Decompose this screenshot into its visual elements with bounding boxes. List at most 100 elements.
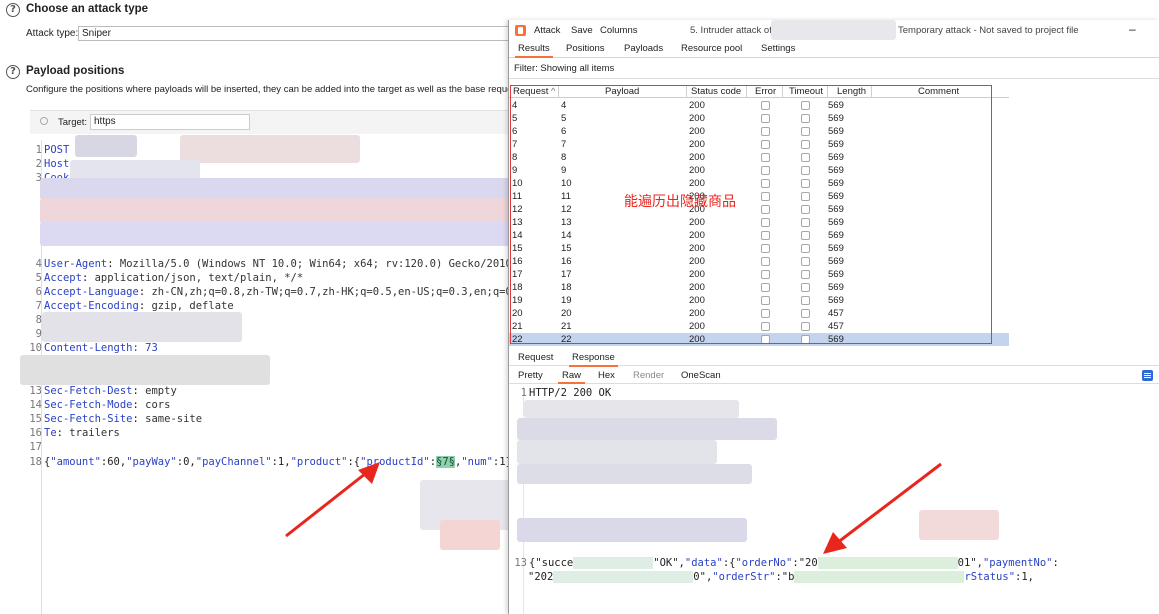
- redaction-blur: [40, 178, 510, 200]
- request-line: 4 User-Agent: Mozilla/5.0 (Windows NT 10.…: [29, 257, 531, 271]
- header-value: zh-CN,zh;q=0.8,zh-TW;q=0.7,zh-HK;q=0.5,e…: [145, 286, 525, 298]
- payload-positions-description: Configure the positions where payloads w…: [26, 84, 508, 95]
- header-value: Mozilla/5.0 (Windows NT 10.0; Win64; x64…: [113, 258, 531, 270]
- line-number: 10: [29, 342, 42, 354]
- header-name: User-Agent: [44, 258, 108, 270]
- redaction-blur: [440, 520, 500, 550]
- line-number: 18: [29, 456, 42, 468]
- tab-positions[interactable]: Positions: [566, 43, 605, 54]
- line-number: 16: [29, 427, 42, 439]
- attack-type-title: Choose an attack type: [26, 3, 149, 15]
- line-number: 9: [35, 328, 42, 340]
- tab-results[interactable]: Results: [515, 43, 553, 58]
- line-number: 15: [29, 413, 42, 425]
- request-line: 7 Accept-Encoding: gzip, deflate: [29, 299, 234, 313]
- request-line: 16 Te: trailers: [29, 427, 120, 439]
- request-line: 13 Sec-Fetch-Dest: empty: [29, 385, 177, 397]
- line-number: 5: [35, 272, 42, 284]
- line-number: 6: [35, 286, 42, 298]
- request-line: 10 Content-Length: 73: [29, 341, 158, 355]
- header-name: Accept: [44, 272, 82, 284]
- request-line: 17: [29, 440, 44, 454]
- line-number: 4: [35, 258, 42, 270]
- tab-render[interactable]: Render: [633, 370, 664, 381]
- window-titlebar: Attack Save Columns 5. Intruder attack o…: [509, 20, 1159, 41]
- header-value: application/json, text/plain, */*: [88, 272, 304, 284]
- redaction-blur: [180, 135, 360, 163]
- line-number: 2: [35, 158, 42, 170]
- attack-tabs: Results Positions Payloads Resource pool…: [509, 41, 1159, 58]
- redaction-blur: [517, 518, 747, 542]
- request-line: 2 Host: [29, 157, 70, 171]
- menu-attack[interactable]: Attack: [534, 25, 560, 36]
- redaction-blur: [771, 20, 896, 40]
- redaction-blur: [517, 418, 777, 440]
- burp-icon: [515, 25, 526, 36]
- redaction-blur: [70, 160, 200, 180]
- header-name: Sec-Fetch-Site: [44, 413, 133, 425]
- tab-response[interactable]: Response: [569, 352, 618, 367]
- header-name: Sec-Fetch-Mode: [44, 399, 133, 411]
- response-body-line: "202 0","orderStr":"b rStatus":1,: [528, 571, 1034, 583]
- tab-pretty[interactable]: Pretty: [518, 370, 543, 381]
- request-body-line: 18 {"amount":60,"payWay":0,"payChannel":1…: [29, 456, 519, 468]
- tab-resource-pool[interactable]: Resource pool: [681, 43, 742, 54]
- help-icon[interactable]: ?: [6, 65, 20, 79]
- tab-raw[interactable]: Raw: [557, 370, 586, 384]
- window-subtitle: Temporary attack - Not saved to project …: [898, 25, 1079, 36]
- line-number: 13: [29, 385, 42, 397]
- red-arrow-left: [285, 462, 380, 538]
- header-value: trailers: [62, 427, 120, 439]
- redaction-blur: [40, 198, 510, 224]
- attack-type-label: Attack type:: [26, 28, 79, 39]
- header-value: Content-Length: 73: [44, 342, 158, 354]
- tab-payloads[interactable]: Payloads: [624, 43, 663, 54]
- attack-type-select[interactable]: Sniper: [78, 26, 518, 41]
- line-number: 7: [35, 300, 42, 312]
- request-line: 15 Sec-Fetch-Site: same-site: [29, 413, 203, 425]
- request-response-tabs: Request Response: [509, 349, 1159, 367]
- redaction-blur: [20, 355, 270, 385]
- target-input[interactable]: https: [90, 114, 250, 130]
- target-label: Target:: [58, 117, 88, 128]
- header-name: Accept-Encoding: [44, 300, 139, 312]
- payload-marker[interactable]: §7§: [436, 456, 455, 468]
- red-arrow-right: [823, 462, 942, 554]
- redaction-blur: [517, 440, 717, 464]
- annotation-hidden-products: 能遍历出隐藏商品: [624, 194, 736, 210]
- tab-settings[interactable]: Settings: [761, 43, 795, 54]
- minimize-button[interactable]: –: [1129, 22, 1136, 36]
- target-icon: [40, 117, 48, 125]
- help-icon[interactable]: ?: [6, 3, 20, 17]
- window-title: 5. Intruder attack of: [690, 25, 772, 36]
- redaction-blur: [517, 464, 752, 484]
- header-value: Host: [44, 158, 70, 170]
- redaction-blur: [42, 312, 242, 342]
- line-number: 1: [35, 144, 42, 156]
- tab-onescan[interactable]: OneScan: [681, 370, 721, 381]
- request-line: 6 Accept-Language: zh-CN,zh;q=0.8,zh-TW;q…: [29, 285, 525, 299]
- header-value: same-site: [138, 413, 203, 425]
- header-name: Sec-Fetch-Dest: [44, 385, 133, 397]
- results-highlight-box: [510, 85, 992, 344]
- redaction-blur: [524, 400, 739, 418]
- line-number: 14: [29, 399, 42, 411]
- line-number: 17: [29, 441, 42, 453]
- header-value: gzip, deflate: [145, 300, 234, 312]
- request-line: 5 Accept: application/json, text/plain, *…: [29, 271, 304, 285]
- header-value: cors: [138, 399, 171, 411]
- menu-save[interactable]: Save: [571, 25, 593, 36]
- results-filter[interactable]: Filter: Showing all items: [509, 60, 1159, 79]
- menu-icon[interactable]: [1142, 370, 1153, 381]
- tab-hex[interactable]: Hex: [598, 370, 615, 381]
- redaction-blur: [75, 135, 137, 157]
- response-body-line: 13 {"succe "OK","data":{"orderNo":"20 01","…: [514, 557, 1059, 569]
- menu-columns[interactable]: Columns: [600, 25, 638, 36]
- request-line: 14 Sec-Fetch-Mode: cors: [29, 399, 171, 411]
- payload-positions-title: Payload positions: [26, 65, 125, 77]
- tab-request[interactable]: Request: [518, 352, 553, 363]
- redaction-blur: [40, 222, 510, 246]
- line-number: 8: [35, 314, 42, 326]
- header-value: empty: [138, 385, 177, 397]
- response-view-tabs: Pretty Raw Hex Render OneScan: [509, 368, 1159, 384]
